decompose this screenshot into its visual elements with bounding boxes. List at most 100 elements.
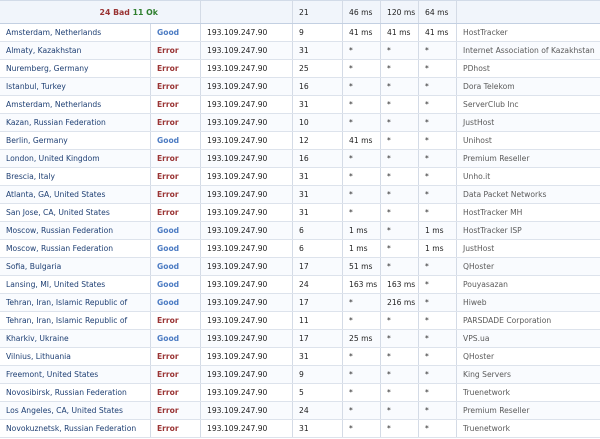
time-2-cell: * — [380, 258, 418, 275]
time-1-cell: 25 ms — [342, 330, 380, 347]
host-name-cell: Truenetwork — [456, 420, 600, 437]
time-3-cell: * — [418, 132, 456, 149]
table-row: London, United Kingdom Error 193.109.247.9… — [0, 150, 600, 168]
host-name-cell: QHoster — [456, 348, 600, 365]
location-cell: Nuremberg, Germany — [6, 64, 89, 73]
host-name-cell: JustHost — [456, 114, 600, 131]
time-2-cell: * — [380, 150, 418, 167]
status-cell: Good — [150, 132, 200, 149]
status-cell: Good — [150, 240, 200, 257]
time-2-cell: * — [380, 42, 418, 59]
ip-cell: 193.109.247.90 — [200, 258, 292, 275]
status-cell: Error — [150, 60, 200, 77]
ok-count: 11 Ok — [132, 8, 158, 17]
time-2-cell: * — [380, 186, 418, 203]
time-1-cell: 51 ms — [342, 258, 380, 275]
location-cell: Tehran, Iran, Islamic Republic of — [6, 316, 128, 325]
hop-count-cell: 31 — [292, 348, 342, 365]
host-name-cell: QHoster — [456, 258, 600, 275]
location-cell: Kazan, Russian Federation — [6, 118, 106, 127]
traceroute-results-table: 24 Bad 11 Ok 21 46 ms 120 ms 64 ms Amste… — [0, 0, 600, 439]
location-cell: Amsterdam, Netherlands — [6, 100, 102, 109]
time-1-cell: * — [342, 366, 380, 383]
time-1-cell: * — [342, 150, 380, 167]
location-cell: London, United Kingdom — [6, 154, 100, 163]
time-3-cell: 41 ms — [418, 24, 456, 41]
status-cell: Good — [150, 276, 200, 293]
time-3-cell: * — [418, 60, 456, 77]
table-row: Tehran, Iran, Islamic Republic of Error 19… — [0, 312, 600, 330]
location-cell: Istanbul, Turkey — [6, 82, 66, 91]
time-1-cell: * — [342, 204, 380, 221]
ip-cell: 193.109.247.90 — [200, 168, 292, 185]
time-2-cell: * — [380, 168, 418, 185]
host-name-cell: JustHost — [456, 240, 600, 257]
time-1-cell: * — [342, 96, 380, 113]
time-3-cell: * — [418, 42, 456, 59]
table-row: Almaty, Kazakhstan Error 193.109.247.90 31 *… — [0, 42, 600, 60]
result-rows: Amsterdam, Netherlands Good 193.109.247.90… — [0, 24, 600, 438]
table-row: Amsterdam, Netherlands Good 193.109.247.90… — [0, 24, 600, 42]
location-cell: Sofia, Bulgaria — [6, 262, 62, 271]
ip-cell: 193.109.247.90 — [200, 276, 292, 293]
time-2-cell: * — [380, 96, 418, 113]
ip-cell: 193.109.247.90 — [200, 24, 292, 41]
hop-count-cell: 5 — [292, 384, 342, 401]
time-1-cell: * — [342, 294, 380, 311]
host-name-cell: HostTracker — [456, 24, 600, 41]
location-cell: Freemont, United States — [6, 370, 99, 379]
time-3-cell: * — [418, 96, 456, 113]
time-2-cell: * — [380, 330, 418, 347]
time-1-cell: * — [342, 42, 380, 59]
table-row: Novokuznetsk, Russian Federation Error 193… — [0, 420, 600, 438]
time-2-cell: * — [380, 366, 418, 383]
status-cell: Error — [150, 420, 200, 437]
time-1-cell: * — [342, 78, 380, 95]
status-cell: Error — [150, 114, 200, 131]
host-name-cell: HostTracker ISP — [456, 222, 600, 239]
ip-cell: 193.109.247.90 — [200, 312, 292, 329]
location-cell: Novokuznetsk, Russian Federation — [6, 424, 137, 433]
table-row: Berlin, Germany Good 193.109.247.90 12 41 ms… — [0, 132, 600, 150]
hop-count-cell: 6 — [292, 240, 342, 257]
table-row: Kazan, Russian Federation Error 193.109.24… — [0, 114, 600, 132]
summary-time-2: 120 ms — [380, 1, 418, 23]
time-1-cell: * — [342, 420, 380, 437]
table-row: Los Angeles, CA, United States Error 193.1… — [0, 402, 600, 420]
ip-cell: 193.109.247.90 — [200, 420, 292, 437]
time-3-cell: * — [418, 384, 456, 401]
status-cell: Good — [150, 294, 200, 311]
result-summary: 24 Bad 11 Ok — [0, 1, 200, 23]
time-3-cell: * — [418, 78, 456, 95]
hop-count-cell: 6 — [292, 222, 342, 239]
time-3-cell: * — [418, 258, 456, 275]
host-name-cell: King Servers — [456, 366, 600, 383]
summary-hop: 21 — [292, 1, 342, 23]
location-cell: Novosibirsk, Russian Federation — [6, 388, 127, 397]
hop-count-cell: 31 — [292, 186, 342, 203]
hop-count-cell: 24 — [292, 276, 342, 293]
location-cell: Berlin, Germany — [6, 136, 68, 145]
status-cell: Error — [150, 168, 200, 185]
time-2-cell: * — [380, 204, 418, 221]
table-row: Nuremberg, Germany Error 193.109.247.90 25 *… — [0, 60, 600, 78]
status-cell: Error — [150, 402, 200, 419]
ip-cell: 193.109.247.90 — [200, 150, 292, 167]
time-1-cell: * — [342, 402, 380, 419]
time-2-cell: * — [380, 222, 418, 239]
host-name-cell: Internet Association of Kazakhstan — [456, 42, 600, 59]
host-name-cell: PARSDADE Corporation — [456, 312, 600, 329]
table-row: Kharkiv, Ukraine Good 193.109.247.90 17 25 m… — [0, 330, 600, 348]
time-3-cell: * — [418, 330, 456, 347]
host-name-cell: HostTracker MH — [456, 204, 600, 221]
host-name-cell: Unho.it — [456, 168, 600, 185]
ip-cell: 193.109.247.90 — [200, 348, 292, 365]
time-3-cell: * — [418, 366, 456, 383]
time-2-cell: * — [380, 132, 418, 149]
time-1-cell: * — [342, 384, 380, 401]
time-2-cell: 41 ms — [380, 24, 418, 41]
time-3-cell: * — [418, 294, 456, 311]
location-cell: Atlanta, GA, United States — [6, 190, 106, 199]
host-name-cell: ServerClub Inc — [456, 96, 600, 113]
time-3-cell: * — [418, 420, 456, 437]
